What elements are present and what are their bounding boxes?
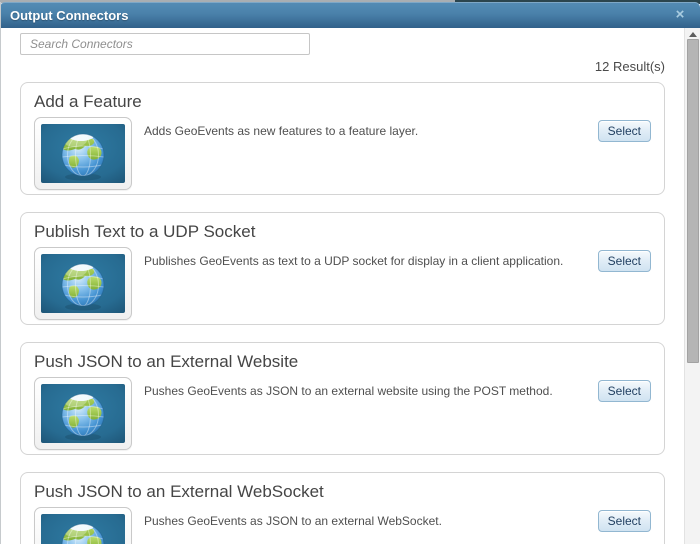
connector-thumbnail bbox=[34, 247, 132, 320]
connector-card: Publish Text to a UDP Socket Publishes G… bbox=[20, 212, 665, 325]
connector-title: Publish Text to a UDP Socket bbox=[34, 222, 256, 241]
connector-thumbnail bbox=[34, 377, 132, 450]
results-count: 12 Result(s) bbox=[594, 59, 665, 74]
globe-icon bbox=[41, 384, 125, 443]
connector-title: Push JSON to an External WebSocket bbox=[34, 482, 324, 501]
search-input[interactable] bbox=[20, 33, 310, 55]
select-button[interactable]: Select bbox=[597, 380, 651, 402]
select-button[interactable]: Select bbox=[597, 250, 651, 272]
connector-description: Publishes GeoEvents as text to a UDP soc… bbox=[144, 254, 564, 268]
connector-card: Add a Feature Adds GeoEvents as new feat… bbox=[20, 82, 665, 195]
connector-thumbnail bbox=[34, 507, 132, 544]
globe-icon bbox=[41, 514, 125, 544]
connector-card: Push JSON to an External WebSocket Pushe… bbox=[20, 472, 665, 544]
globe-icon bbox=[41, 254, 125, 313]
select-button[interactable]: Select bbox=[597, 510, 651, 532]
dialog-titlebar: Output Connectors × bbox=[0, 2, 700, 28]
vertical-scrollbar[interactable] bbox=[684, 28, 700, 544]
up-arrow-icon bbox=[688, 32, 697, 37]
connector-title: Add a Feature bbox=[34, 92, 142, 111]
scrollbar-thumb[interactable] bbox=[687, 39, 699, 363]
connector-description: Pushes GeoEvents as JSON to an external … bbox=[144, 514, 442, 528]
connector-description: Adds GeoEvents as new features to a feat… bbox=[144, 124, 419, 138]
dialog-title: Output Connectors bbox=[10, 7, 129, 23]
select-button[interactable]: Select bbox=[597, 120, 651, 142]
connector-thumbnail bbox=[34, 117, 132, 190]
dialog-body: 12 Result(s) Add a Feature Adds GeoEvent… bbox=[1, 28, 684, 544]
close-icon[interactable]: × bbox=[671, 6, 689, 24]
connector-card: Push JSON to an External Website Pushes … bbox=[20, 342, 665, 455]
dialog-left-border bbox=[0, 2, 1, 544]
globe-icon bbox=[41, 124, 125, 183]
connector-title: Push JSON to an External Website bbox=[34, 352, 299, 371]
connector-description: Pushes GeoEvents as JSON to an external … bbox=[144, 384, 553, 398]
